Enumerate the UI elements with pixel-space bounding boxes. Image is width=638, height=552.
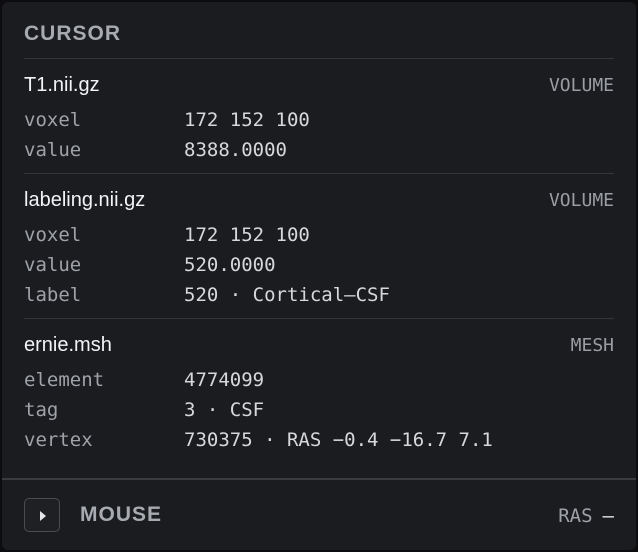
divider [24, 318, 614, 319]
layer-kind-labeling: VOLUME [548, 190, 614, 211]
coordinate-frame-value: — [602, 505, 614, 527]
layer-row: value 8388.0000 [24, 139, 614, 165]
layer-name-mesh: ernie.msh [24, 334, 112, 356]
row-value: 172 152 100 [184, 109, 310, 131]
row-key: vertex [24, 429, 93, 451]
row-key: tag [24, 399, 59, 421]
divider [24, 173, 614, 174]
row-key: value [24, 139, 82, 161]
row-value: 730375 · RAS −0.4 −16.7 7.1 [184, 429, 493, 451]
layer-row: voxel 172 152 100 [24, 109, 614, 135]
row-key: voxel [24, 109, 82, 131]
cursor-panel: CURSOR T1.nii.gz VOLUME voxel 172 152 10… [2, 2, 636, 550]
row-value: 520 · Cortical–CSF [184, 284, 390, 306]
row-value: 520.0000 [184, 254, 276, 276]
divider [24, 58, 614, 59]
chevron-right-icon [40, 511, 46, 521]
row-value: 8388.0000 [184, 139, 287, 161]
row-key: voxel [24, 224, 82, 246]
layer-name-labeling: labeling.nii.gz [24, 189, 146, 211]
layer-name-t1: T1.nii.gz [24, 74, 100, 96]
layer-row: tag 3 · CSF [24, 399, 614, 425]
layer-kind-t1: VOLUME [548, 75, 614, 96]
cursor-section-title: CURSOR [24, 22, 122, 45]
row-key: value [24, 254, 82, 276]
mouse-expand-button[interactable] [24, 498, 60, 532]
mouse-section-title[interactable]: MOUSE [80, 503, 162, 527]
layer-row: label 520 · Cortical–CSF [24, 284, 614, 310]
layer-row: value 520.0000 [24, 254, 614, 280]
row-key: label [24, 284, 82, 306]
mouse-coordinate-readout: RAS — [558, 505, 614, 527]
row-key: element [24, 369, 105, 391]
layer-row: vertex 730375 · RAS −0.4 −16.7 7.1 [24, 429, 614, 455]
layer-row: voxel 172 152 100 [24, 224, 614, 250]
row-value: 3 · CSF [184, 399, 265, 421]
layer-kind-mesh: MESH [570, 335, 614, 356]
row-value: 4774099 [184, 369, 265, 391]
coordinate-frame-label: RAS [558, 505, 593, 527]
row-value: 172 152 100 [184, 224, 310, 246]
mouse-section: MOUSE RAS — [2, 478, 636, 550]
layer-row: element 4774099 [24, 369, 614, 395]
